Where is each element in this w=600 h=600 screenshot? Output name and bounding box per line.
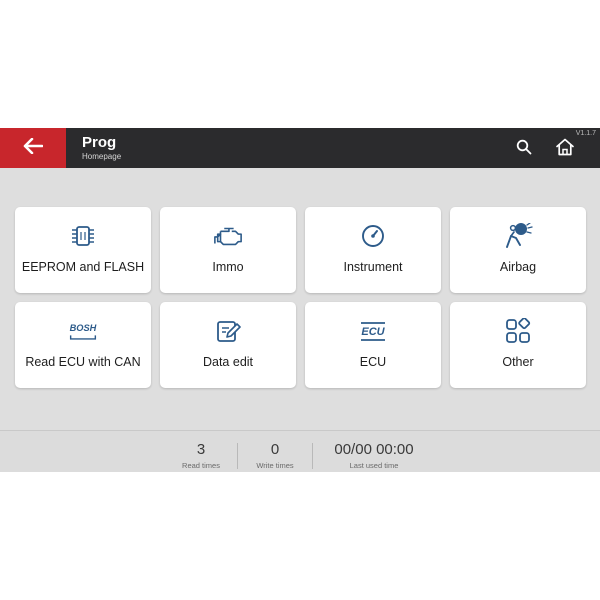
tile-label: Instrument — [343, 260, 403, 274]
write-times-label: Write times — [256, 461, 294, 470]
back-button[interactable] — [0, 128, 66, 168]
read-times-label: Read times — [182, 461, 220, 470]
stat-read-times: 3 Read times — [176, 441, 226, 470]
divider — [312, 443, 313, 469]
gauge-icon — [358, 223, 388, 249]
tile-label: ECU — [359, 355, 387, 369]
divider — [237, 443, 238, 469]
tile-label: Data edit — [202, 355, 254, 369]
tile-label: Immo — [212, 260, 244, 274]
airbag-icon — [503, 223, 533, 249]
home-icon — [555, 138, 575, 161]
grid-icon — [503, 318, 533, 344]
write-times-value: 0 — [270, 441, 280, 458]
tile-data-edit[interactable]: Data edit — [160, 302, 296, 388]
tile-label: Other — [502, 355, 534, 369]
stat-write-times: 0 Write times — [248, 441, 302, 470]
stat-last-used: 00/00 00:00 Last used time — [324, 441, 424, 470]
read-times-value: 3 — [196, 441, 206, 458]
tile-airbag[interactable]: Airbag — [450, 207, 586, 293]
engine-icon — [213, 223, 243, 249]
bosch-icon-text: BOSH — [70, 323, 97, 333]
title-block: Prog Homepage — [82, 134, 121, 162]
tile-eeprom-and-flash[interactable]: EEPROM and FLASH — [15, 207, 151, 293]
tile-label: Read ECU with CAN — [25, 355, 141, 369]
last-used-label: Last used time — [349, 461, 399, 470]
version-label: V1.1.7 — [575, 130, 596, 137]
tile-immo[interactable]: Immo — [160, 207, 296, 293]
app-screen: Prog Homepage V1.1.7 EEPROM and FLASH Im… — [0, 128, 600, 472]
top-bar: Prog Homepage V1.1.7 — [0, 128, 600, 168]
tile-ecu[interactable]: ECU ECU — [305, 302, 441, 388]
tile-read-ecu-with-can[interactable]: BOSH Read ECU with CAN — [15, 302, 151, 388]
tile-label: Airbag — [499, 260, 537, 274]
search-button[interactable] — [512, 137, 536, 161]
chip-icon — [68, 223, 98, 249]
tile-instrument[interactable]: Instrument — [305, 207, 441, 293]
page-subtitle: Homepage — [82, 152, 122, 161]
tile-other[interactable]: Other — [450, 302, 586, 388]
last-used-value: 00/00 00:00 — [334, 441, 414, 458]
arrow-left-icon — [23, 137, 44, 159]
home-button[interactable] — [552, 136, 578, 162]
ecu-icon-text: ECU — [361, 326, 385, 338]
page-title: Prog — [82, 134, 117, 151]
ecu-icon: ECU — [358, 318, 388, 344]
edit-icon — [213, 318, 243, 344]
tile-label: EEPROM and FLASH — [21, 260, 145, 274]
search-icon — [516, 139, 532, 160]
bosch-icon: BOSH — [68, 318, 98, 344]
status-bar: 3 Read times 0 Write times 00/00 00:00 L… — [0, 430, 600, 472]
